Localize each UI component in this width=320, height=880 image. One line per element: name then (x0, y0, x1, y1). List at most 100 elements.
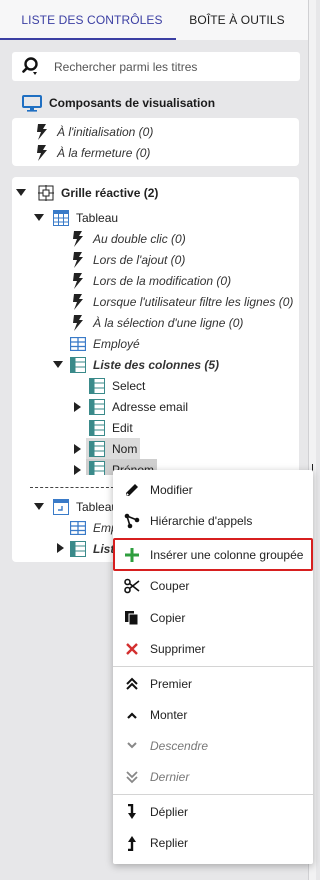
menu-item-modifier[interactable]: Modifier (113, 475, 313, 505)
tree-event-filter[interactable]: Lorsque l'utilisateur filtre les lignes … (70, 291, 293, 312)
search-box[interactable] (12, 52, 300, 81)
tree-event-label: Lors de la modification (0) (93, 273, 232, 288)
menu-separator (113, 794, 313, 795)
monitor-icon (22, 94, 42, 112)
event-init-label: À l'initialisation (0) (57, 124, 154, 139)
expand-caret-email[interactable] (72, 402, 82, 412)
tree-event-select[interactable]: À la sélection d'une ligne (0) (70, 312, 243, 333)
menu-item-supprimer[interactable]: Supprimer (113, 634, 313, 664)
tree-item-table1[interactable]: Tableau (53, 207, 118, 228)
menu-item-copier[interactable]: Copier (113, 603, 313, 633)
tree-column-label: Select (112, 378, 146, 393)
menu-item-label: Insérer une colonne groupée (150, 547, 304, 562)
tree-item-grid[interactable]: Grille réactive (2) (38, 182, 158, 203)
tree-item-grid-label: Grille réactive (2) (61, 185, 159, 200)
expand-caret-col-list[interactable] (53, 360, 63, 370)
menu-item-premier[interactable]: Premier (113, 669, 313, 699)
expand-caret-prenom[interactable] (72, 465, 82, 475)
menu-item-monter[interactable]: Monter (113, 700, 313, 730)
tree-item-table2-label: Tableau (76, 499, 119, 514)
expand-caret-grid[interactable] (16, 188, 26, 198)
hierarchy-icon (124, 513, 140, 529)
menu-item-label: Descendre (150, 739, 209, 753)
tree-column-email[interactable]: Adresse email (89, 396, 188, 417)
menu-item-label: Déplier (150, 805, 189, 819)
expand-caret-table2[interactable] (34, 502, 44, 512)
expand-caret-list2[interactable] (55, 543, 65, 553)
tree-column-edit[interactable]: Edit (89, 417, 133, 438)
expand-caret-nom[interactable] (72, 444, 82, 454)
menu-item-label: Copier (150, 611, 186, 625)
column-icon (89, 440, 105, 457)
menu-item-label: Supprimer (150, 642, 206, 656)
tree-column-label: Adresse email (112, 399, 189, 414)
column-icon (89, 419, 105, 436)
menu-item-insert-grouped-column[interactable]: Insérer une colonne groupée (113, 538, 313, 571)
lightning-icon (34, 144, 50, 161)
column-icon (89, 377, 105, 394)
expand-arrow-icon (124, 804, 140, 820)
tree-item-employe-label: Employé (93, 336, 140, 351)
expand-caret-table1[interactable] (34, 213, 44, 223)
tree-item-table1-label: Tableau (76, 210, 119, 225)
entity-table-icon (70, 520, 86, 536)
tab-toolbox[interactable]: BOÎTE À OUTILS (176, 0, 298, 40)
menu-item-dernier[interactable]: Dernier (113, 762, 313, 792)
events-panel: À l'initialisation (0) À la fermeture (0… (12, 118, 299, 166)
menu-item-couper[interactable]: Couper (113, 571, 313, 601)
menu-item-descendre[interactable]: Descendre (113, 731, 313, 761)
section-title-label: Composants de visualisation (49, 96, 216, 110)
chevron-up-icon (124, 707, 140, 723)
copy-icon (124, 610, 140, 626)
search-input[interactable] (54, 59, 284, 74)
table-icon (53, 209, 69, 226)
tree-event-dblclick[interactable]: Au double clic (0) (70, 228, 186, 249)
menu-item-deplier[interactable]: Déplier (113, 797, 313, 827)
column-list-icon (70, 356, 86, 373)
tree-item-col-list[interactable]: Liste des colonnes (5) (70, 354, 219, 375)
collapse-arrow-icon (124, 835, 140, 851)
tree-event-label: Au double clic (0) (93, 231, 186, 246)
menu-item-label: Replier (150, 836, 189, 850)
tab-control-list[interactable]: LISTE DES CONTRÔLES (0, 0, 176, 40)
menu-item-label: Premier (150, 677, 193, 691)
context-menu: Modifier Hiérarchie d'appels Insérer une… (113, 470, 313, 864)
plus-icon (124, 547, 140, 563)
tree-item-table2[interactable]: Tableau (53, 496, 118, 517)
tree-item-employe2[interactable]: Emp (70, 517, 118, 538)
column-icon (89, 461, 105, 475)
event-init[interactable]: À l'initialisation (0) (34, 121, 153, 142)
tree-column-nom[interactable]: Nom (86, 438, 141, 459)
tree-item-list2[interactable]: List (70, 538, 114, 559)
column-icon (89, 398, 105, 415)
menu-separator (113, 666, 313, 667)
menu-item-label: Hiérarchie d'appels (150, 514, 253, 528)
lightning-icon (70, 251, 86, 268)
column-list-icon (70, 540, 86, 557)
tree-event-modify[interactable]: Lors de la modification (0) (70, 270, 231, 291)
menu-item-label: Dernier (150, 770, 190, 784)
drop-indicator (30, 487, 114, 488)
tree-event-add[interactable]: Lors de l'ajout (0) (70, 249, 185, 270)
lightning-icon (70, 230, 86, 247)
entity-table-icon (70, 336, 86, 352)
chevron-down-icon (124, 738, 140, 754)
section-title: Composants de visualisation (22, 93, 215, 113)
tree-item-employe[interactable]: Employé (70, 333, 140, 354)
event-close[interactable]: À la fermeture (0) (34, 142, 150, 163)
tab-bar: LISTE DES CONTRÔLES BOÎTE À OUTILS (0, 0, 308, 40)
lightning-icon (70, 293, 86, 310)
double-chevron-up-icon (124, 676, 140, 692)
double-chevron-down-icon (124, 769, 140, 785)
tree-column-label: Nom (112, 441, 138, 456)
tree-item-col-list-label: Liste des colonnes (5) (93, 357, 220, 372)
tree-event-label: Lorsque l'utilisateur filtre les lignes … (93, 294, 294, 309)
menu-item-call-hierarchy[interactable]: Hiérarchie d'appels (113, 506, 313, 536)
menu-item-label: Modifier (150, 483, 193, 497)
tree-column-select[interactable]: Select (89, 375, 145, 396)
tree-event-label: À la sélection d'une ligne (0) (93, 315, 244, 330)
menu-item-replier[interactable]: Replier (113, 828, 313, 858)
event-close-label: À la fermeture (0) (57, 145, 151, 160)
search-icon (22, 55, 46, 79)
tree-item-list2-label: List (93, 541, 115, 556)
